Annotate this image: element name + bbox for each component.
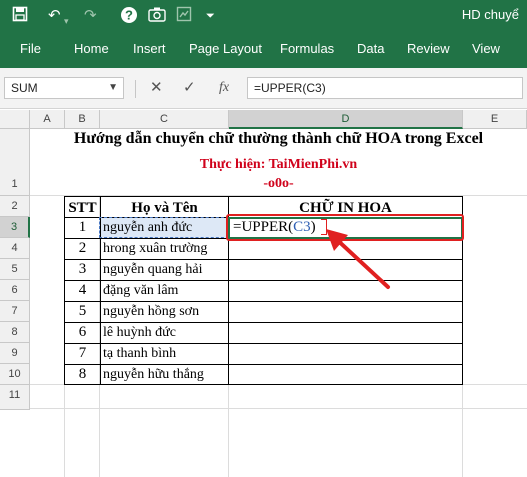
- ribbon-tabs: File Home Insert Page Layout Formulas Da…: [0, 32, 527, 68]
- row-header-8[interactable]: 8: [0, 322, 30, 343]
- row-header-9[interactable]: 9: [0, 343, 30, 364]
- tab-view[interactable]: View: [472, 41, 500, 56]
- tab-data[interactable]: Data: [357, 41, 384, 56]
- sheet-title: Hướng dẫn chuyển chữ thường thành chữ HO…: [73, 130, 484, 147]
- formula-input[interactable]: =UPPER(C3): [247, 77, 523, 99]
- column-header-a[interactable]: A: [30, 110, 65, 129]
- formula-bar-divider: [135, 80, 136, 98]
- cell-name[interactable]: nguyễn anh đức: [103, 220, 192, 236]
- select-all-corner[interactable]: [0, 110, 30, 129]
- header-stt[interactable]: STT: [64, 198, 101, 218]
- title-bar: ↶ ▾ ↷ ? ⏷ HD chuyể: [0, 0, 527, 32]
- cell-stt[interactable]: 3: [64, 261, 101, 278]
- cell-stt[interactable]: 5: [64, 303, 101, 320]
- row-header-1[interactable]: 1: [0, 129, 30, 196]
- cell-name[interactable]: nguyễn quang hải: [103, 262, 203, 278]
- cell-name[interactable]: tạ thanh bình: [103, 346, 176, 362]
- cell-stt[interactable]: 2: [64, 240, 101, 257]
- tab-file[interactable]: File: [20, 41, 41, 56]
- screenshot-icon[interactable]: [176, 6, 192, 28]
- tab-review[interactable]: Review: [407, 41, 450, 56]
- name-box[interactable]: SUM ▼: [4, 77, 124, 99]
- row-header-11[interactable]: 11: [0, 385, 30, 410]
- svg-text:?: ?: [125, 8, 133, 23]
- save-icon[interactable]: [12, 6, 28, 28]
- camera-icon[interactable]: [148, 6, 166, 28]
- check-icon[interactable]: ✓: [183, 77, 196, 99]
- tab-formulas[interactable]: Formulas: [280, 41, 334, 56]
- redo-icon[interactable]: ↷: [84, 6, 97, 26]
- row-header-6[interactable]: 6: [0, 280, 30, 301]
- function-icon[interactable]: fx: [219, 77, 229, 99]
- tab-home[interactable]: Home: [74, 41, 109, 56]
- cell-name[interactable]: đặng văn lâm: [103, 283, 178, 299]
- cell-stt[interactable]: 1: [64, 219, 101, 236]
- row-header-3[interactable]: 3: [0, 217, 30, 238]
- sheet-separator: -o0o-: [263, 176, 294, 191]
- customize-icon[interactable]: ⏷: [206, 6, 215, 26]
- row-header-10[interactable]: 10: [0, 364, 30, 385]
- help-icon[interactable]: ?: [120, 6, 138, 30]
- row-header-7[interactable]: 7: [0, 301, 30, 322]
- chevron-down-icon[interactable]: ▼: [108, 78, 118, 98]
- header-name[interactable]: Họ và Tên: [100, 198, 229, 218]
- undo-dropdown-icon[interactable]: ▾: [64, 11, 69, 31]
- formula-bar: SUM ▼ ✕ ✓ fx =UPPER(C3): [0, 68, 527, 109]
- row-header-4[interactable]: 4: [0, 238, 30, 259]
- cell-stt[interactable]: 7: [64, 345, 101, 362]
- window-title: HD chuyể: [461, 7, 519, 22]
- annotation-arrow-icon: [326, 229, 390, 289]
- cell-name[interactable]: nguyễn hữu thắng: [103, 367, 204, 383]
- sheet-author: Thực hiện: TaiMienPhi.vn: [199, 157, 358, 172]
- close-icon[interactable]: ✕: [150, 77, 163, 99]
- cell-stt[interactable]: 8: [64, 366, 101, 383]
- cell-name[interactable]: nguyễn hồng sơn: [103, 304, 199, 320]
- row-header-5[interactable]: 5: [0, 259, 30, 280]
- gridline: [30, 408, 527, 409]
- column-header-c[interactable]: C: [100, 110, 229, 129]
- row-header-2[interactable]: 2: [0, 196, 30, 217]
- tab-insert[interactable]: Insert: [133, 41, 166, 56]
- cell-stt[interactable]: 4: [64, 282, 101, 299]
- column-header-b[interactable]: B: [65, 110, 100, 129]
- cell-stt[interactable]: 6: [64, 324, 101, 341]
- name-box-value: SUM: [11, 81, 38, 95]
- undo-icon[interactable]: ↶: [48, 6, 61, 26]
- column-header-e[interactable]: E: [463, 110, 527, 129]
- tab-page-layout[interactable]: Page Layout: [189, 41, 262, 56]
- cell-name[interactable]: lê huỳnh đức: [103, 325, 176, 341]
- column-header-d[interactable]: D: [229, 110, 463, 129]
- cell-name[interactable]: hrong xuân trường: [103, 241, 207, 257]
